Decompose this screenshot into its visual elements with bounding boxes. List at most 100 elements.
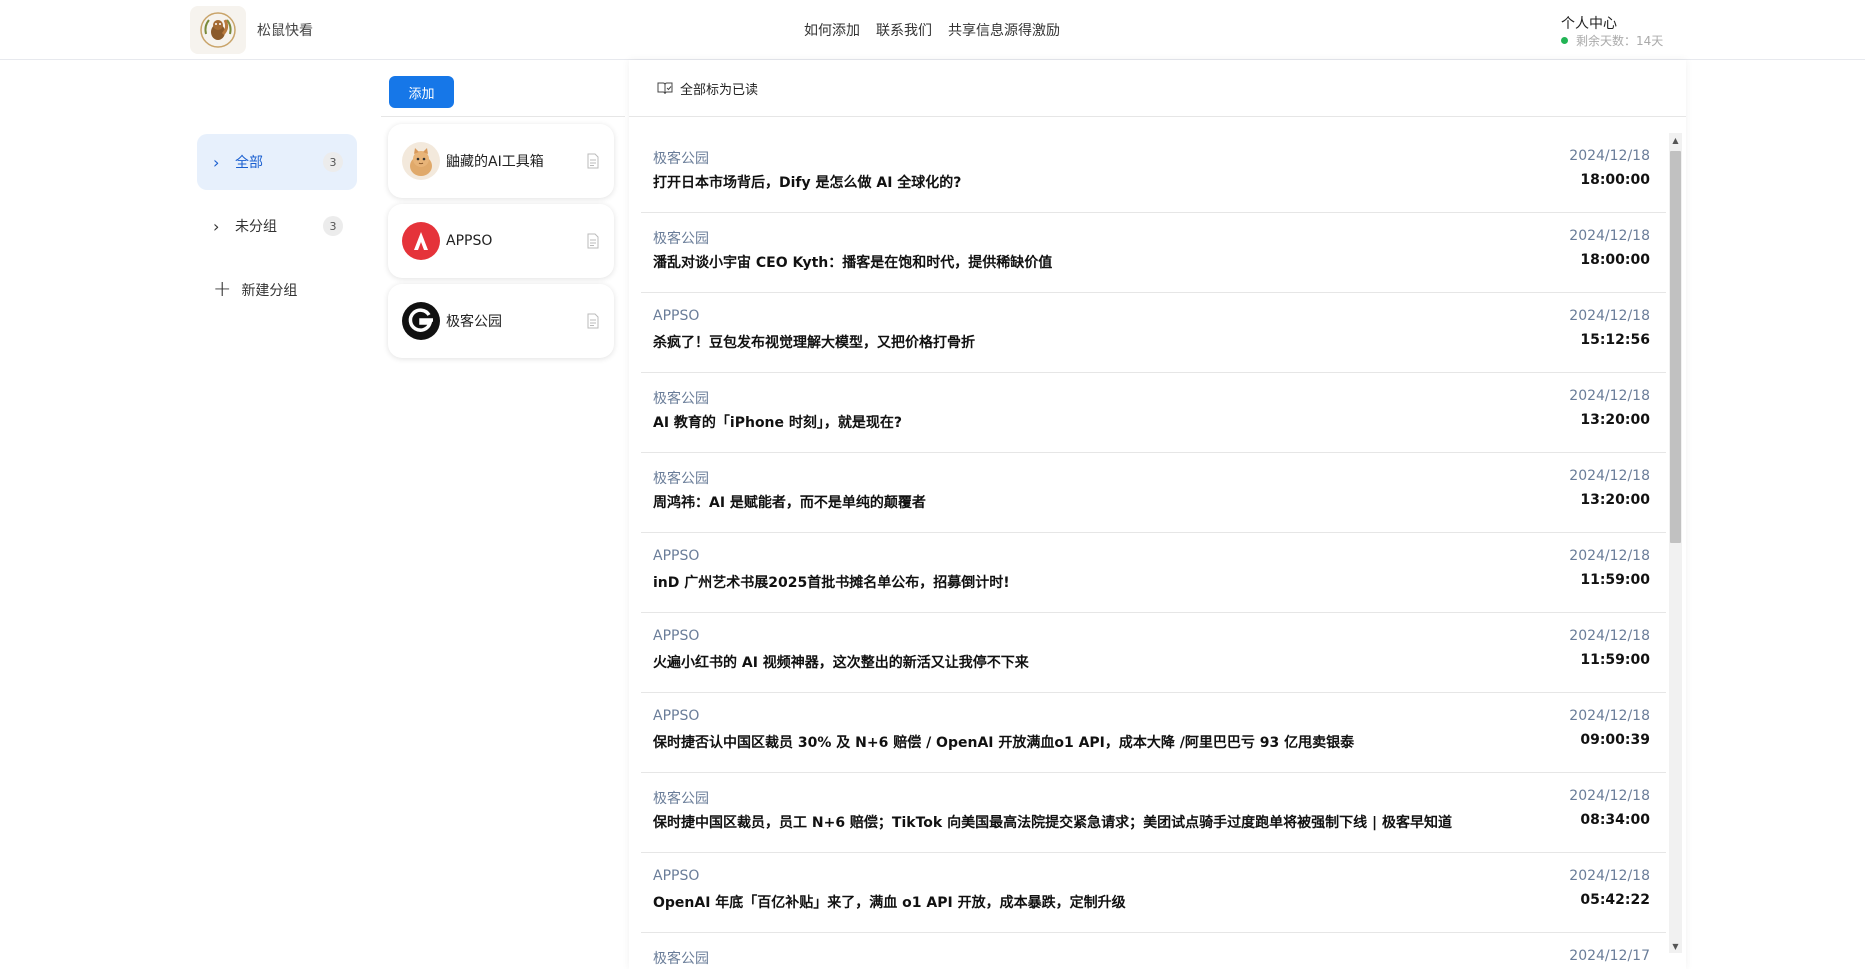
article-title[interactable]: 杀疯了！豆包发布视觉理解大模型，又把价格打骨折 [653, 332, 975, 352]
article-source: 极客公园 [653, 391, 709, 407]
article-date: 2024/12/18 [1569, 708, 1650, 724]
top-nav: 如何添加 联系我们 共享信息源得激励 [804, 20, 1060, 40]
article-source: 极客公园 [653, 951, 709, 967]
article-time: 05:42:22 [1580, 892, 1650, 908]
article-source: 极客公园 [653, 231, 709, 247]
group-list: › 全部 3 › 未分组 3 + 新建分组 [197, 134, 357, 326]
article-date: 2024/12/18 [1569, 468, 1650, 484]
article-title[interactable]: inD 广州艺术书展2025首批书摊名单公布，招募倒计时! [653, 572, 1010, 592]
nav-contact-us[interactable]: 联系我们 [876, 20, 932, 40]
user-center-link[interactable]: 个人中心 [1561, 13, 1617, 33]
article-time: 18:00:00 [1580, 172, 1650, 188]
status-dot-icon [1561, 37, 1568, 44]
remaining-days-text: 剩余天数：14天 [1576, 34, 1664, 48]
top-header: 松鼠快看 如何添加 联系我们 共享信息源得激励 个人中心 剩余天数：14天 [0, 0, 1865, 60]
source-name: APPSO [446, 233, 493, 249]
article-source: APPSO [653, 308, 700, 324]
nav-share-source-reward[interactable]: 共享信息源得激励 [948, 20, 1060, 40]
book-open-icon [657, 82, 673, 95]
source-card[interactable]: 鼬藏的AI工具箱 [388, 124, 614, 198]
article-date: 2024/12/18 [1569, 308, 1650, 324]
article-title[interactable]: 保时捷中国区裁员，员工 N+6 赔偿；TikTok 向美国最高法院提交紧急请求；… [653, 812, 1452, 832]
group-count-badge: 3 [323, 216, 343, 236]
chevron-right-icon: › [213, 216, 220, 236]
article-list: 极客公园 打开日本市场背后，Dify 是怎么做 AI 全球化的? 2024/12… [641, 133, 1666, 969]
scroll-down-arrow-icon[interactable]: ▼ [1669, 939, 1682, 953]
article-row[interactable]: APPSO 火遍小红书的 AI 视频神器，这次整出的新活又让我停不下来 2024… [641, 613, 1666, 693]
divider [381, 116, 625, 117]
article-row[interactable]: APPSO 保时捷否认中国区裁员 30% 及 N+6 赔偿 / OpenAI 开… [641, 693, 1666, 773]
source-list: 添加 鼬藏的AI工具箱 APPSO 极客公园 [381, 60, 625, 969]
article-row[interactable]: 极客公园 2024/12/17 [641, 933, 1666, 969]
new-group-label: 新建分组 [241, 283, 298, 299]
article-row[interactable]: APPSO inD 广州艺术书展2025首批书摊名单公布，招募倒计时! 2024… [641, 533, 1666, 613]
source-name: 鼬藏的AI工具箱 [446, 154, 544, 170]
article-row[interactable]: 极客公园 潘乱对谈小宇宙 CEO Kyth：播客是在饱和时代，提供稀缺价值 20… [641, 213, 1666, 293]
article-time: 13:20:00 [1580, 492, 1650, 508]
article-date: 2024/12/18 [1569, 548, 1650, 564]
article-date: 2024/12/18 [1569, 388, 1650, 404]
article-title[interactable]: 保时捷否认中国区裁员 30% 及 N+6 赔偿 / OpenAI 开放满血o1 … [653, 732, 1354, 752]
article-date: 2024/12/18 [1569, 228, 1650, 244]
group-item-ungrouped[interactable]: › 未分组 3 [197, 198, 357, 254]
article-row[interactable]: 极客公园 保时捷中国区裁员，员工 N+6 赔偿；TikTok 向美国最高法院提交… [641, 773, 1666, 853]
group-count-badge: 3 [323, 152, 343, 172]
article-source: APPSO [653, 708, 700, 724]
article-date: 2024/12/18 [1569, 868, 1650, 884]
article-title[interactable]: 打开日本市场背后，Dify 是怎么做 AI 全球化的? [653, 172, 961, 192]
article-title[interactable]: 潘乱对谈小宇宙 CEO Kyth：播客是在饱和时代，提供稀缺价值 [653, 252, 1052, 272]
article-time: 13:20:00 [1580, 412, 1650, 428]
new-group-button[interactable]: + 新建分组 [197, 262, 357, 318]
article-time: 18:00:00 [1580, 252, 1650, 268]
document-icon[interactable] [586, 233, 600, 249]
document-icon[interactable] [586, 313, 600, 329]
article-title[interactable]: 火遍小红书的 AI 视频神器，这次整出的新活又让我停不下来 [653, 652, 1029, 672]
article-time: 11:59:00 [1580, 652, 1650, 668]
article-row[interactable]: 极客公园 打开日本市场背后，Dify 是怎么做 AI 全球化的? 2024/12… [641, 133, 1666, 213]
source-card[interactable]: 极客公园 [388, 284, 614, 358]
appso-logo-icon [402, 222, 440, 260]
document-icon[interactable] [586, 153, 600, 169]
article-scrollbar[interactable]: ▲ ▼ [1669, 133, 1682, 953]
scroll-up-arrow-icon[interactable]: ▲ [1669, 133, 1682, 147]
cat-avatar-icon [402, 142, 440, 180]
article-time: 09:00:39 [1580, 732, 1650, 748]
article-title[interactable]: AI 教育的「iPhone 时刻」，就是现在? [653, 412, 902, 432]
source-name: 极客公园 [446, 314, 502, 330]
article-time: 08:34:00 [1580, 812, 1650, 828]
article-row[interactable]: 极客公园 AI 教育的「iPhone 时刻」，就是现在? 2024/12/18 … [641, 373, 1666, 453]
group-item-all[interactable]: › 全部 3 [197, 134, 357, 190]
article-row[interactable]: 极客公园 周鸿祎：AI 是赋能者，而不是单纯的颠覆者 2024/12/18 13… [641, 453, 1666, 533]
add-source-button[interactable]: 添加 [389, 76, 454, 108]
remaining-days: 剩余天数：14天 [1561, 32, 1663, 49]
squirrel-logo-icon[interactable] [190, 6, 246, 54]
article-source: APPSO [653, 548, 700, 564]
article-source: 极客公园 [653, 151, 709, 167]
article-date: 2024/12/18 [1569, 628, 1650, 644]
geekpark-logo-icon [402, 302, 440, 340]
article-title[interactable]: 周鸿祎：AI 是赋能者，而不是单纯的颠覆者 [653, 492, 926, 512]
group-label: 未分组 [235, 219, 277, 235]
scroll-thumb[interactable] [1670, 151, 1681, 543]
article-title[interactable]: OpenAI 年底「百亿补贴」来了，满血 o1 API 开放，成本暴跌，定制升级 [653, 892, 1126, 912]
article-date: 2024/12/17 [1569, 948, 1650, 964]
article-date: 2024/12/18 [1569, 788, 1650, 804]
mark-all-read-button[interactable]: 全部标为已读 [629, 60, 1686, 117]
article-date: 2024/12/18 [1569, 148, 1650, 164]
article-source: 极客公园 [653, 791, 709, 807]
article-time: 11:59:00 [1580, 572, 1650, 588]
article-source: 极客公园 [653, 471, 709, 487]
group-label: 全部 [235, 155, 263, 171]
mark-all-read-label: 全部标为已读 [680, 82, 759, 98]
chevron-right-icon: › [213, 152, 220, 172]
article-time: 15:12:56 [1580, 332, 1650, 348]
plus-icon: + [213, 277, 232, 302]
article-panel: 全部标为已读 极客公园 打开日本市场背后，Dify 是怎么做 AI 全球化的? … [629, 60, 1686, 969]
nav-how-to-add[interactable]: 如何添加 [804, 20, 860, 40]
brand-name[interactable]: 松鼠快看 [257, 20, 313, 40]
article-source: APPSO [653, 628, 700, 644]
article-source: APPSO [653, 868, 700, 884]
article-row[interactable]: APPSO 杀疯了！豆包发布视觉理解大模型，又把价格打骨折 2024/12/18… [641, 293, 1666, 373]
article-row[interactable]: APPSO OpenAI 年底「百亿补贴」来了，满血 o1 API 开放，成本暴… [641, 853, 1666, 933]
source-card[interactable]: APPSO [388, 204, 614, 278]
